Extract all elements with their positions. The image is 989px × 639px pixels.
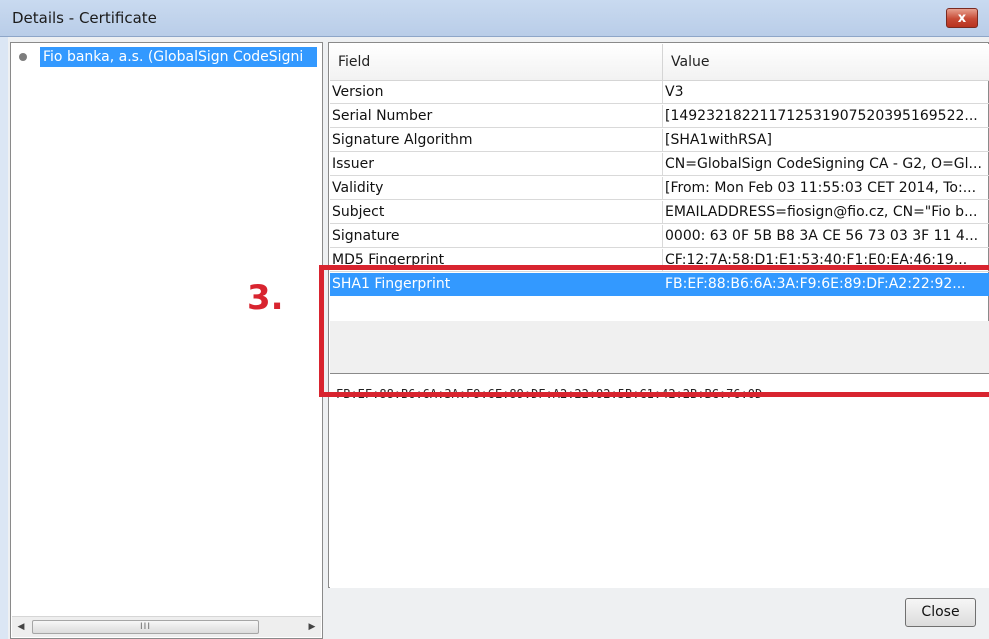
close-icon: x [957, 11, 967, 26]
row-field-cell: MD5 Fingerprint [330, 249, 663, 272]
row-field-cell: Version [330, 81, 663, 104]
field-value-detail[interactable]: FB:EF:88:B6:6A:3A:F9:6E:89:DF:A2:22:92:5… [330, 374, 989, 588]
row-value-cell: V3 [663, 81, 989, 104]
row-field-cell: Serial Number [330, 105, 663, 128]
row-value-cell: 0000: 63 0F 5B B8 3A CE 56 73 03 3F 11 4… [663, 225, 989, 248]
table-row[interactable]: Issuer CN=GlobalSign CodeSigning CA - G2,… [330, 153, 989, 177]
row-value-cell: CN=GlobalSign CodeSigning CA - G2, O=Gl.… [663, 153, 989, 176]
close-window-button[interactable]: x [946, 8, 978, 28]
certificate-tree: Fio banka, a.s. (GlobalSign CodeSigni ◀ … [10, 42, 323, 639]
row-field-cell: Signature [330, 225, 663, 248]
row-value-cell: [From: Mon Feb 03 11:55:03 CET 2014, To:… [663, 177, 989, 200]
tree-node-certificate[interactable]: Fio banka, a.s. (GlobalSign CodeSigni [11, 47, 322, 69]
scroll-left-icon[interactable]: ◀ [12, 617, 30, 637]
table-row[interactable]: Version V3 [330, 81, 989, 105]
scroll-right-icon[interactable]: ▶ [303, 617, 321, 637]
table-row[interactable]: Signature 0000: 63 0F 5B B8 3A CE 56 73 0… [330, 225, 989, 249]
column-header-field[interactable]: Field [330, 44, 663, 80]
row-value-cell: FB:EF:88:B6:6A:3A:F9:6E:89:DF:A2:22:92..… [663, 273, 989, 296]
fields-table: Field Value Version V3 Serial Number [14923… [328, 42, 989, 588]
tree-node-label: Fio banka, a.s. (GlobalSign CodeSigni [40, 47, 317, 67]
tree-bullet-icon [19, 53, 27, 61]
table-rows: Version V3 Serial Number [14923218221171253… [330, 81, 989, 297]
table-empty-area [330, 321, 989, 374]
table-row[interactable]: Serial Number [14923218221171253190752039… [330, 105, 989, 129]
table-row[interactable]: Subject EMAILADDRESS=fiosign@fio.cz, CN="… [330, 201, 989, 225]
table-row[interactable]: MD5 Fingerprint CF:12:7A:58:D1:E1:53:40:F… [330, 249, 989, 273]
row-value-cell: CF:12:7A:58:D1:E1:53:40:F1:E0:EA:46:19..… [663, 249, 989, 272]
detail-value-text: FB:EF:88:B6:6A:3A:F9:6E:89:DF:A2:22:92:5… [336, 387, 763, 401]
title-bar: Details - Certificate x [0, 0, 989, 37]
table-header: Field Value [330, 44, 989, 81]
row-field-cell: SHA1 Fingerprint [330, 273, 663, 296]
row-field-cell: Issuer [330, 153, 663, 176]
row-value-cell: [SHA1withRSA] [663, 129, 989, 152]
row-field-cell: Subject [330, 201, 663, 224]
row-field-cell: Signature Algorithm [330, 129, 663, 152]
row-field-cell: Validity [330, 177, 663, 200]
scroll-grip-icon: III [140, 622, 151, 632]
annotation-step-label: 3. [247, 278, 284, 318]
window-title: Details - Certificate [12, 9, 157, 27]
table-row[interactable]: Signature Algorithm [SHA1withRSA] [330, 129, 989, 153]
table-row[interactable]: SHA1 Fingerprint FB:EF:88:B6:6A:3A:F9:6E:… [330, 273, 989, 297]
scroll-thumb[interactable]: III [32, 620, 259, 634]
close-button[interactable]: Close [905, 598, 976, 627]
row-value-cell: [149232182211712531907520395169522... [663, 105, 989, 128]
certificate-details-window: Details - Certificate x Fio banka, a.s. … [0, 0, 989, 639]
table-row[interactable]: Validity [From: Mon Feb 03 11:55:03 CET 2… [330, 177, 989, 201]
horizontal-scrollbar[interactable]: ◀ III ▶ [12, 616, 321, 637]
dialog-body: Fio banka, a.s. (GlobalSign CodeSigni ◀ … [8, 37, 989, 639]
row-value-cell: EMAILADDRESS=fiosign@fio.cz, CN="Fio b..… [663, 201, 989, 224]
column-header-value[interactable]: Value [663, 44, 989, 80]
